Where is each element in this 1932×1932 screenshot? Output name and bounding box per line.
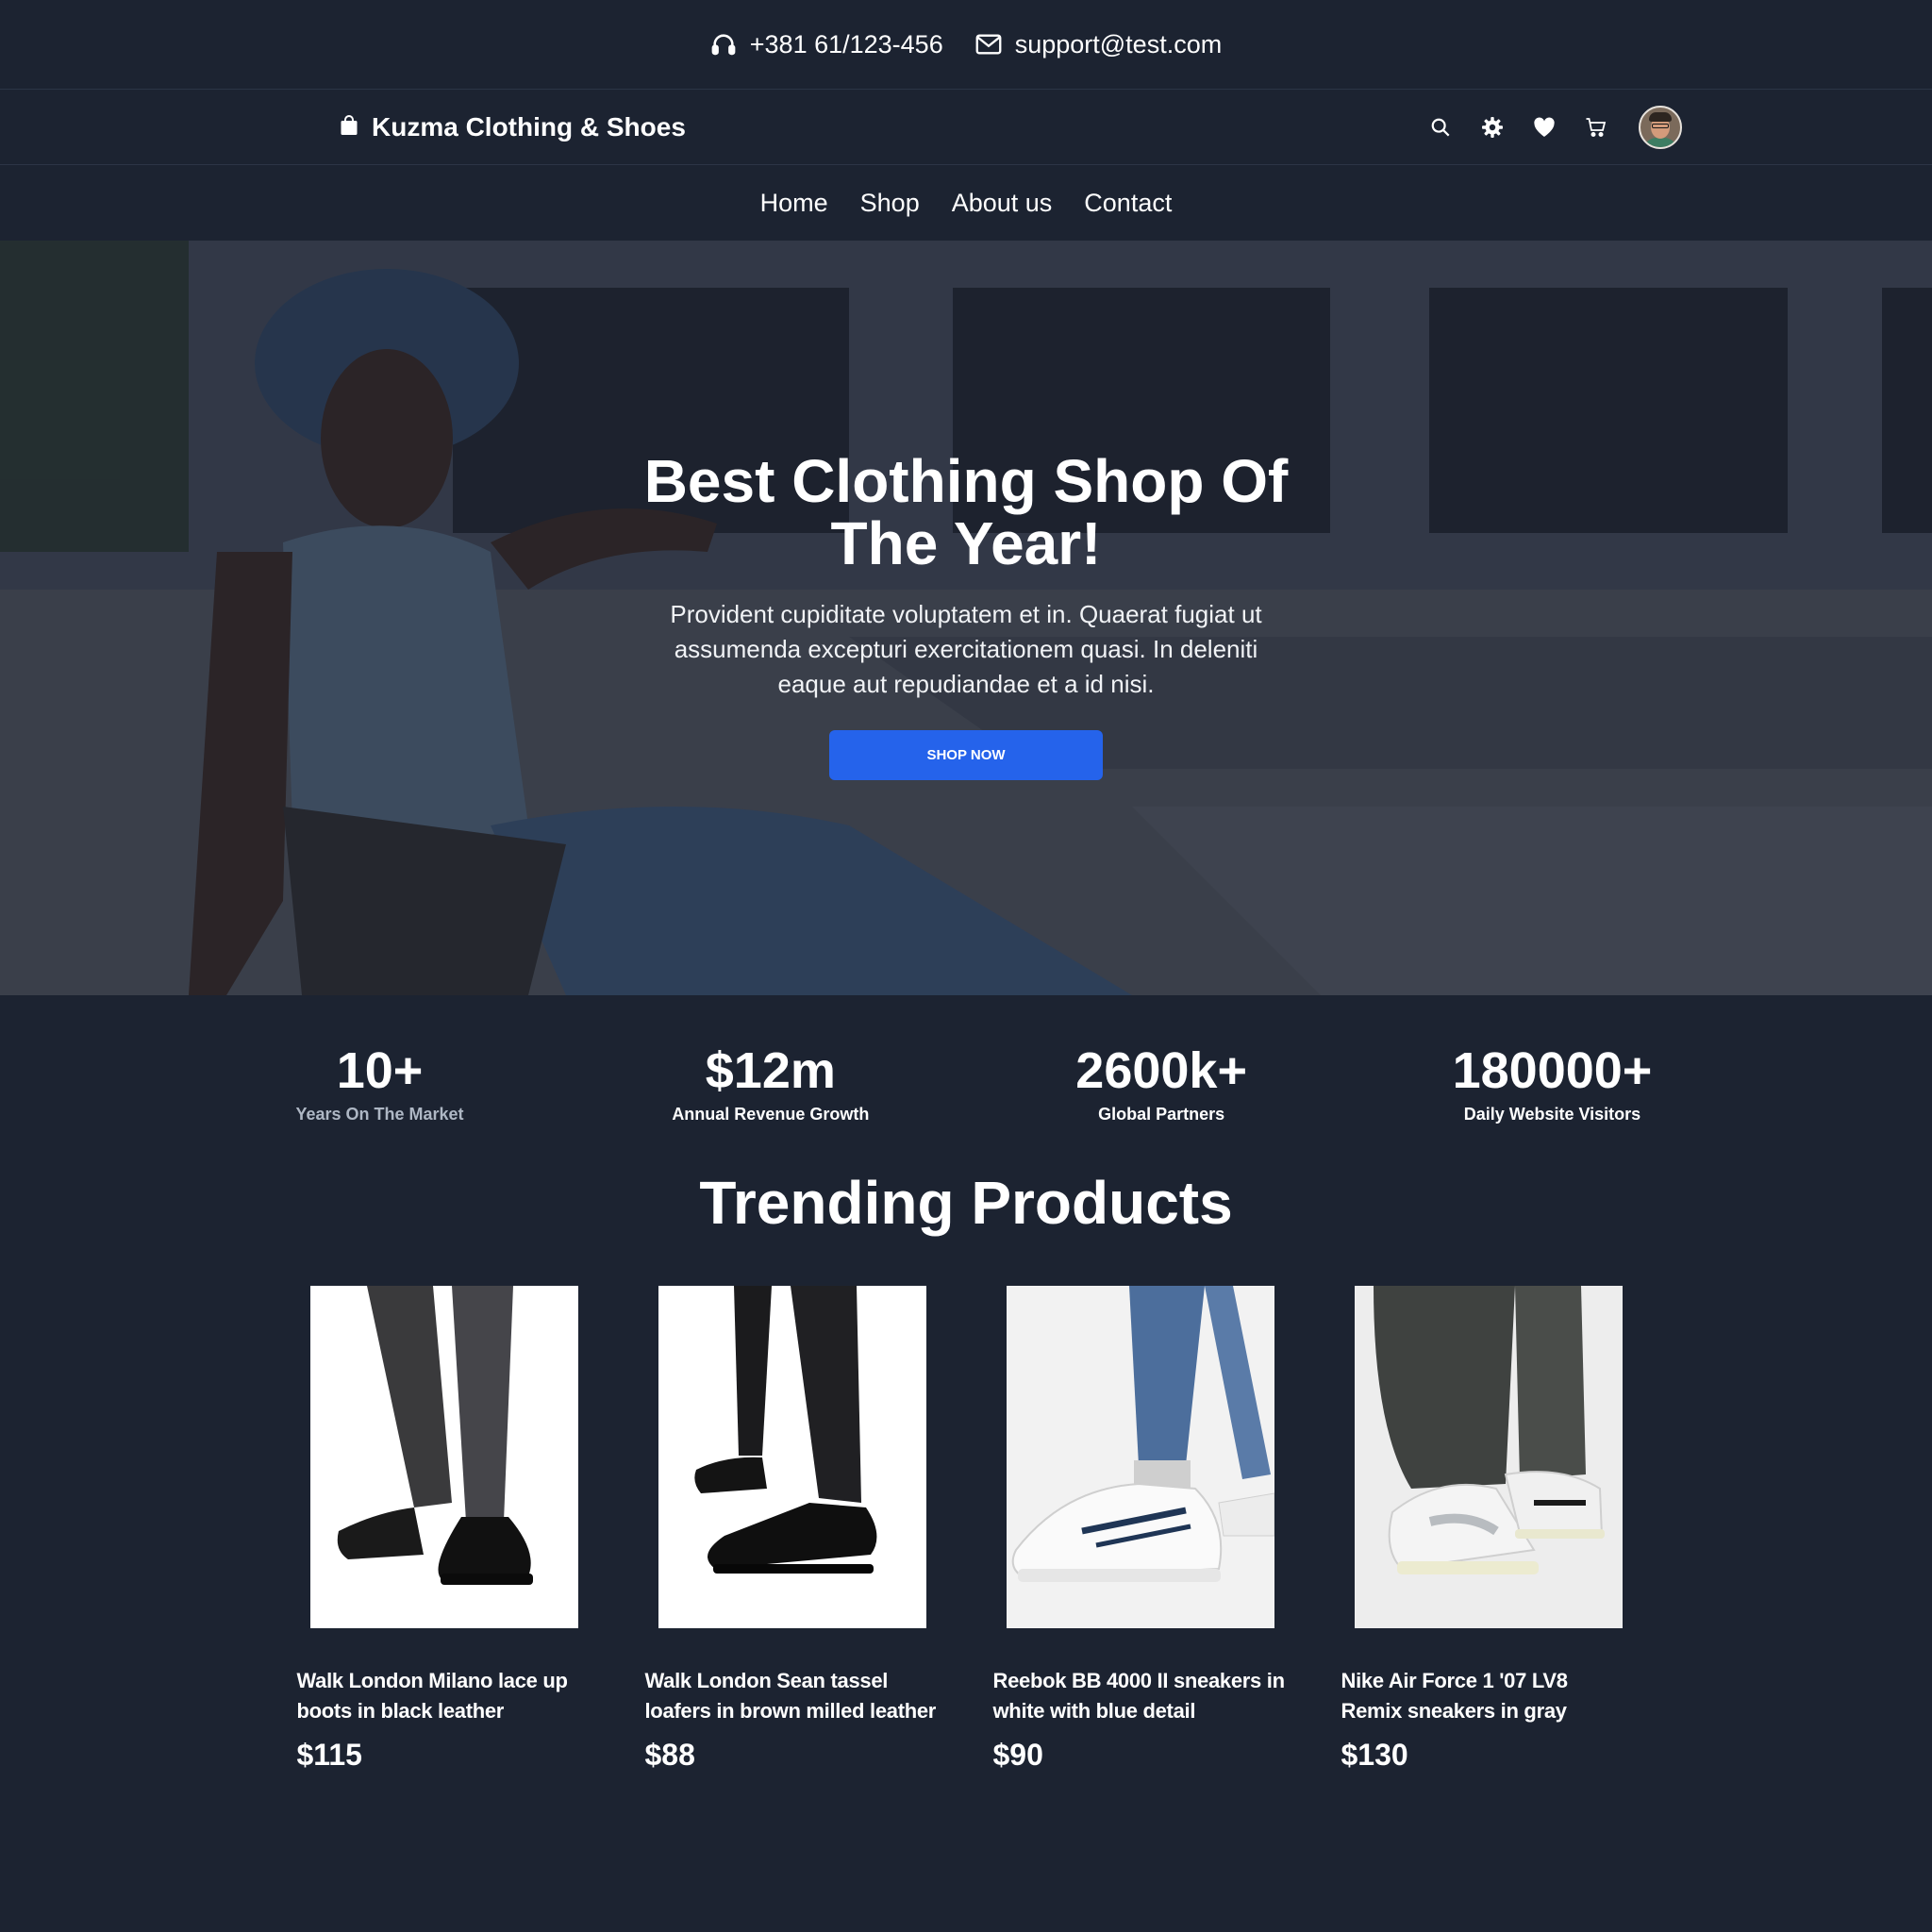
- search-icon[interactable]: [1429, 116, 1452, 139]
- email-address: support@test.com: [1014, 29, 1223, 58]
- site-header: Kuzma Clothing & Shoes: [0, 90, 1932, 165]
- stat-label: Annual Revenue Growth: [672, 1105, 870, 1124]
- stat-item: $12m Annual Revenue Growth: [579, 1044, 961, 1124]
- stat-label: Daily Website Visitors: [1463, 1105, 1641, 1124]
- phone-contact[interactable]: +381 61/123-456: [710, 30, 943, 59]
- shopping-bag-icon: [340, 112, 358, 142]
- heart-icon[interactable]: [1533, 116, 1556, 139]
- stat-value: 2600k+: [1075, 1042, 1247, 1099]
- product-price: $115: [296, 1738, 362, 1772]
- envelope-icon: [975, 33, 1002, 56]
- nav-home[interactable]: Home: [760, 189, 828, 218]
- brand-logo[interactable]: Kuzma Clothing & Shoes: [340, 112, 686, 142]
- stat-label: Global Partners: [1098, 1105, 1225, 1124]
- stat-value: 10+: [336, 1042, 424, 1099]
- product-price: $130: [1341, 1738, 1408, 1772]
- nav-shop[interactable]: Shop: [860, 189, 920, 218]
- hero-banner: Best Clothing Shop Of The Year! Providen…: [0, 241, 1932, 995]
- product-image[interactable]: [309, 1286, 578, 1628]
- trending-section: Trending Products Walk London Milano lac…: [0, 1165, 1932, 1773]
- user-avatar[interactable]: [1639, 105, 1682, 149]
- product-card[interactable]: Nike Air Force 1 '07 LV8 Remix sneakers …: [1341, 1286, 1623, 1773]
- product-grid: Walk London Milano lace up boots in blac…: [0, 1286, 1932, 1773]
- stat-item: 10+ Years On The Market: [189, 1044, 571, 1124]
- product-image[interactable]: [658, 1286, 926, 1628]
- headset-icon: [710, 31, 737, 58]
- product-image[interactable]: [1006, 1286, 1274, 1628]
- contact-bar: +381 61/123-456 support@test.com: [0, 0, 1932, 90]
- product-name[interactable]: Reebok BB 4000 II sneakers in white with…: [993, 1666, 1286, 1726]
- product-name[interactable]: Walk London Sean tassel loafers in brown…: [645, 1666, 938, 1726]
- hero-title: Best Clothing Shop Of The Year!: [643, 447, 1289, 577]
- product-price: $90: [992, 1738, 1043, 1772]
- product-price: $88: [644, 1738, 695, 1772]
- stat-item: 180000+ Daily Website Visitors: [1361, 1044, 1743, 1124]
- main-nav: Home Shop About us Contact: [0, 165, 1932, 241]
- hero-description: Provident cupiditate voluptatem et in. Q…: [670, 600, 1262, 698]
- stat-value: 180000+: [1452, 1042, 1653, 1099]
- stat-value: $12m: [705, 1042, 836, 1099]
- hero-content: Best Clothing Shop Of The Year! Providen…: [0, 450, 1932, 780]
- section-title: Trending Products: [699, 1169, 1233, 1237]
- product-name[interactable]: Walk London Milano lace up boots in blac…: [297, 1666, 590, 1726]
- header-actions: [1429, 105, 1682, 149]
- stat-item: 2600k+ Global Partners: [971, 1044, 1353, 1124]
- phone-number: +381 61/123-456: [749, 29, 943, 58]
- stats-section: 10+ Years On The Market $12m Annual Reve…: [0, 995, 1932, 1165]
- email-contact[interactable]: support@test.com: [975, 29, 1223, 59]
- nav-contact[interactable]: Contact: [1084, 189, 1172, 218]
- shop-now-button[interactable]: SHOP NOW: [829, 730, 1103, 780]
- gear-icon[interactable]: [1481, 116, 1504, 139]
- brand-name: Kuzma Clothing & Shoes: [372, 111, 686, 142]
- cart-icon[interactable]: [1585, 116, 1607, 139]
- product-name[interactable]: Nike Air Force 1 '07 LV8 Remix sneakers …: [1341, 1666, 1634, 1726]
- product-image[interactable]: [1354, 1286, 1623, 1628]
- product-card[interactable]: Walk London Sean tassel loafers in brown…: [645, 1286, 936, 1773]
- stat-label: Years On The Market: [295, 1105, 464, 1124]
- nav-about-us[interactable]: About us: [952, 189, 1053, 218]
- product-card[interactable]: Reebok BB 4000 II sneakers in white with…: [993, 1286, 1285, 1773]
- product-card[interactable]: Walk London Milano lace up boots in blac…: [297, 1286, 578, 1773]
